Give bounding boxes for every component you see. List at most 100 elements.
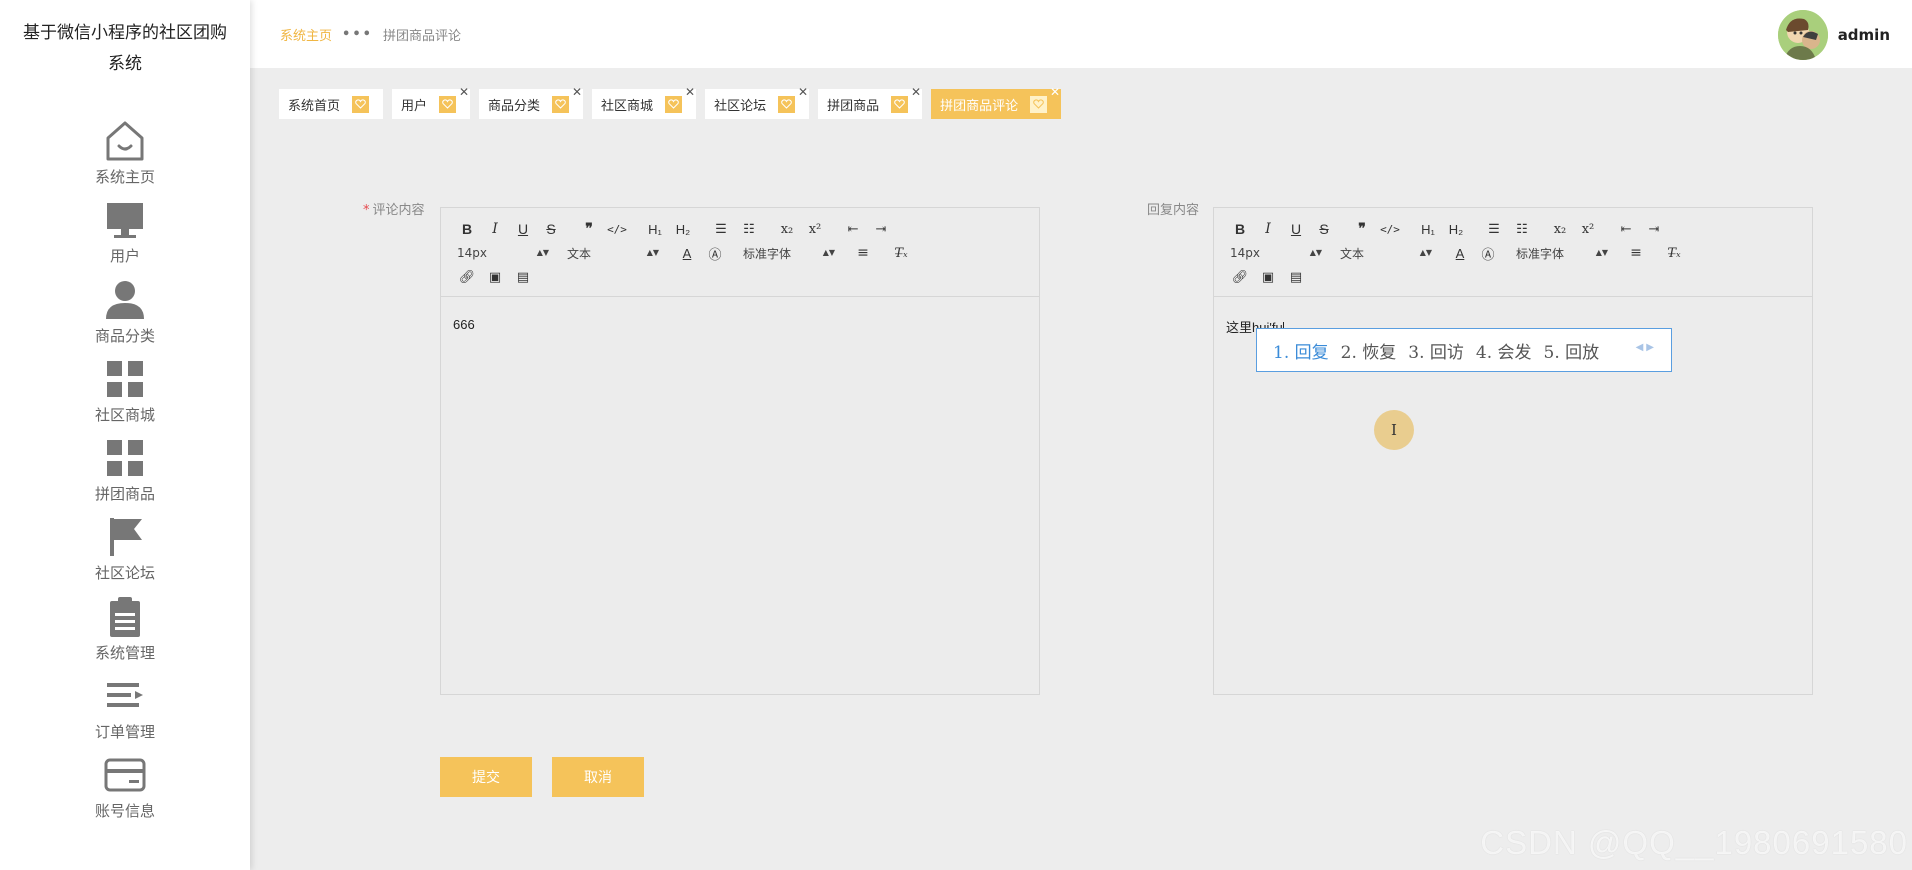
h1-button[interactable]: H₁ <box>1414 219 1442 239</box>
tag-label: 社区商城 <box>601 98 654 114</box>
h2-button[interactable]: H₂ <box>1442 219 1470 239</box>
tag-group-goods[interactable]: 拼团商品 ✕ <box>818 85 923 119</box>
close-icon[interactable]: ✕ <box>798 85 808 99</box>
background-color-icon[interactable]: Ⓐ <box>1474 243 1502 263</box>
header-select[interactable]: 文本 ▲▼ <box>1336 245 1436 262</box>
header-select[interactable]: 文本 ▲▼ <box>563 245 663 262</box>
submit-button[interactable]: 提交 <box>440 757 532 797</box>
ime-candidate[interactable]: 1. 回复 <box>1273 338 1329 363</box>
comment-content[interactable]: 666 <box>441 297 1039 352</box>
link-icon[interactable]: 🔗︎ <box>453 267 481 287</box>
text-cursor-icon: I <box>1374 410 1414 450</box>
close-icon[interactable]: ✕ <box>1050 85 1060 99</box>
h1-button[interactable]: H₁ <box>641 219 669 239</box>
heart-icon <box>1030 95 1048 113</box>
cancel-button[interactable]: 取消 <box>552 757 644 797</box>
code-icon[interactable]: </> <box>1376 219 1404 239</box>
ime-page-arrows-icon[interactable]: ◀▶ <box>1636 342 1657 353</box>
close-icon[interactable]: ✕ <box>685 85 695 99</box>
comment-editor[interactable]: B I U S ❞ </> H₁ H₂ ☰ ☷ x₂ x² ⇤ ⇥ 14px ▲▼… <box>440 207 1040 695</box>
tag-group-goods-comment[interactable]: 拼团商品评论 ✕ <box>931 85 1062 119</box>
tag-label: 拼团商品评论 <box>940 98 1019 114</box>
video-icon[interactable]: ▤ <box>1282 267 1310 287</box>
clear-format-icon[interactable]: T̶ₓ <box>1660 243 1688 263</box>
quote-icon[interactable]: ❞ <box>575 219 603 239</box>
video-icon[interactable]: ▤ <box>509 267 537 287</box>
underline-button[interactable]: U <box>509 219 537 239</box>
italic-button[interactable]: I <box>481 219 509 239</box>
code-icon[interactable]: </> <box>603 219 631 239</box>
font-family-select[interactable]: 标准字体 ▲▼ <box>739 245 839 262</box>
strike-button[interactable]: S <box>1310 219 1338 239</box>
clear-format-icon[interactable]: T̶ₓ <box>887 243 915 263</box>
close-icon[interactable]: ✕ <box>911 85 921 99</box>
indent-icon[interactable]: ⇥ <box>867 219 895 239</box>
indent-icon[interactable]: ⇥ <box>1640 219 1668 239</box>
sidebar-item-mall[interactable]: 社区商城 <box>0 356 250 435</box>
align-icon[interactable]: ≡ <box>1622 243 1650 263</box>
ime-candidate[interactable]: 3. 回访 <box>1408 338 1464 363</box>
bullet-list-icon[interactable]: ☷ <box>1508 219 1536 239</box>
sidebar-item-users[interactable]: 用户 <box>0 197 250 276</box>
bold-button[interactable]: B <box>1226 219 1254 239</box>
tag-label: 社区论坛 <box>714 98 767 114</box>
tag-users[interactable]: 用户 ✕ <box>392 85 471 119</box>
quote-icon[interactable]: ❞ <box>1348 219 1376 239</box>
font-size-select[interactable]: 14px ▲▼ <box>1226 246 1326 260</box>
subscript-icon[interactable]: x₂ <box>773 219 801 239</box>
link-icon[interactable]: 🔗︎ <box>1226 267 1254 287</box>
ime-candidate[interactable]: 4. 会发 <box>1476 338 1532 363</box>
ime-candidate[interactable]: 2. 恢复 <box>1341 338 1397 363</box>
bold-button[interactable]: B <box>453 219 481 239</box>
sidebar-item-forum[interactable]: 社区论坛 <box>0 514 250 593</box>
sidebar-item-category[interactable]: 商品分类 <box>0 277 250 356</box>
font-size-select[interactable]: 14px ▲▼ <box>453 246 553 260</box>
italic-button[interactable]: I <box>1254 219 1282 239</box>
select-arrows-icon: ▲▼ <box>536 248 549 257</box>
comment-editor-toolbar: B I U S ❞ </> H₁ H₂ ☰ ☷ x₂ x² ⇤ ⇥ 14px ▲▼… <box>441 208 1039 297</box>
toolbar-row: 14px ▲▼ 文本 ▲▼ A Ⓐ 标准字体 ▲▼ ≡ T̶ₓ <box>453 243 915 263</box>
ordered-list-icon[interactable]: ☰ <box>1480 219 1508 239</box>
close-icon[interactable]: ✕ <box>459 85 469 99</box>
outdent-icon[interactable]: ⇤ <box>1612 219 1640 239</box>
subscript-icon[interactable]: x₂ <box>1546 219 1574 239</box>
tag-category[interactable]: 商品分类 ✕ <box>479 85 584 119</box>
close-icon[interactable]: ✕ <box>572 85 582 99</box>
person-icon <box>102 277 148 323</box>
ime-candidate[interactable]: 5. 回放 <box>1544 338 1600 363</box>
superscript-icon[interactable]: x² <box>1574 219 1602 239</box>
background-color-icon[interactable]: Ⓐ <box>701 243 729 263</box>
image-icon[interactable]: ▣ <box>1254 267 1282 287</box>
bullet-list-icon[interactable]: ☷ <box>735 219 763 239</box>
breadcrumb-home-link[interactable]: 系统主页 <box>280 25 332 44</box>
sidebar-item-orders[interactable]: 订单管理 <box>0 673 250 752</box>
tag-home[interactable]: 系统首页 <box>279 89 384 119</box>
underline-button[interactable]: U <box>1282 219 1310 239</box>
sidebar-item-group-goods[interactable]: 拼团商品 <box>0 435 250 514</box>
font-family-select[interactable]: 标准字体 ▲▼ <box>1512 245 1612 262</box>
user-menu[interactable]: admin <box>1777 10 1890 60</box>
tag-mall[interactable]: 社区商城 ✕ <box>592 85 697 119</box>
avatar[interactable] <box>1777 10 1828 60</box>
h2-button[interactable]: H₂ <box>669 219 697 239</box>
text-color-icon[interactable]: A <box>673 243 701 263</box>
sidebar-item-system[interactable]: 系统管理 <box>0 594 250 673</box>
sidebar-item-label: 用户 <box>109 247 140 266</box>
sidebar-item-account[interactable]: 账号信息 <box>0 752 250 831</box>
reply-editor[interactable]: B I U S ❞ </> H₁ H₂ ☰ ☷ x₂ x² ⇤ ⇥ 14px ▲▼… <box>1213 207 1813 695</box>
outdent-icon[interactable]: ⇤ <box>839 219 867 239</box>
tag-forum[interactable]: 社区论坛 ✕ <box>705 85 810 119</box>
ime-candidate-popup: 1. 回复 2. 恢复 3. 回访 4. 会发 5. 回放 ◀▶ <box>1256 328 1672 372</box>
strike-button[interactable]: S <box>537 219 565 239</box>
align-icon[interactable]: ≡ <box>849 243 877 263</box>
image-icon[interactable]: ▣ <box>481 267 509 287</box>
sidebar: 基于微信小程序的社区团购系统 系统主页 用户 商品分类 社区商城 拼团商品 社区… <box>0 0 250 870</box>
flag-icon <box>102 514 148 560</box>
header-value: 文本 <box>1340 246 1365 261</box>
sidebar-item-home[interactable]: 系统主页 <box>0 118 250 197</box>
text-color-icon[interactable]: A <box>1446 243 1474 263</box>
superscript-icon[interactable]: x² <box>801 219 829 239</box>
font-size-value: 14px <box>457 246 487 260</box>
heart-icon <box>665 95 683 113</box>
ordered-list-icon[interactable]: ☰ <box>707 219 735 239</box>
